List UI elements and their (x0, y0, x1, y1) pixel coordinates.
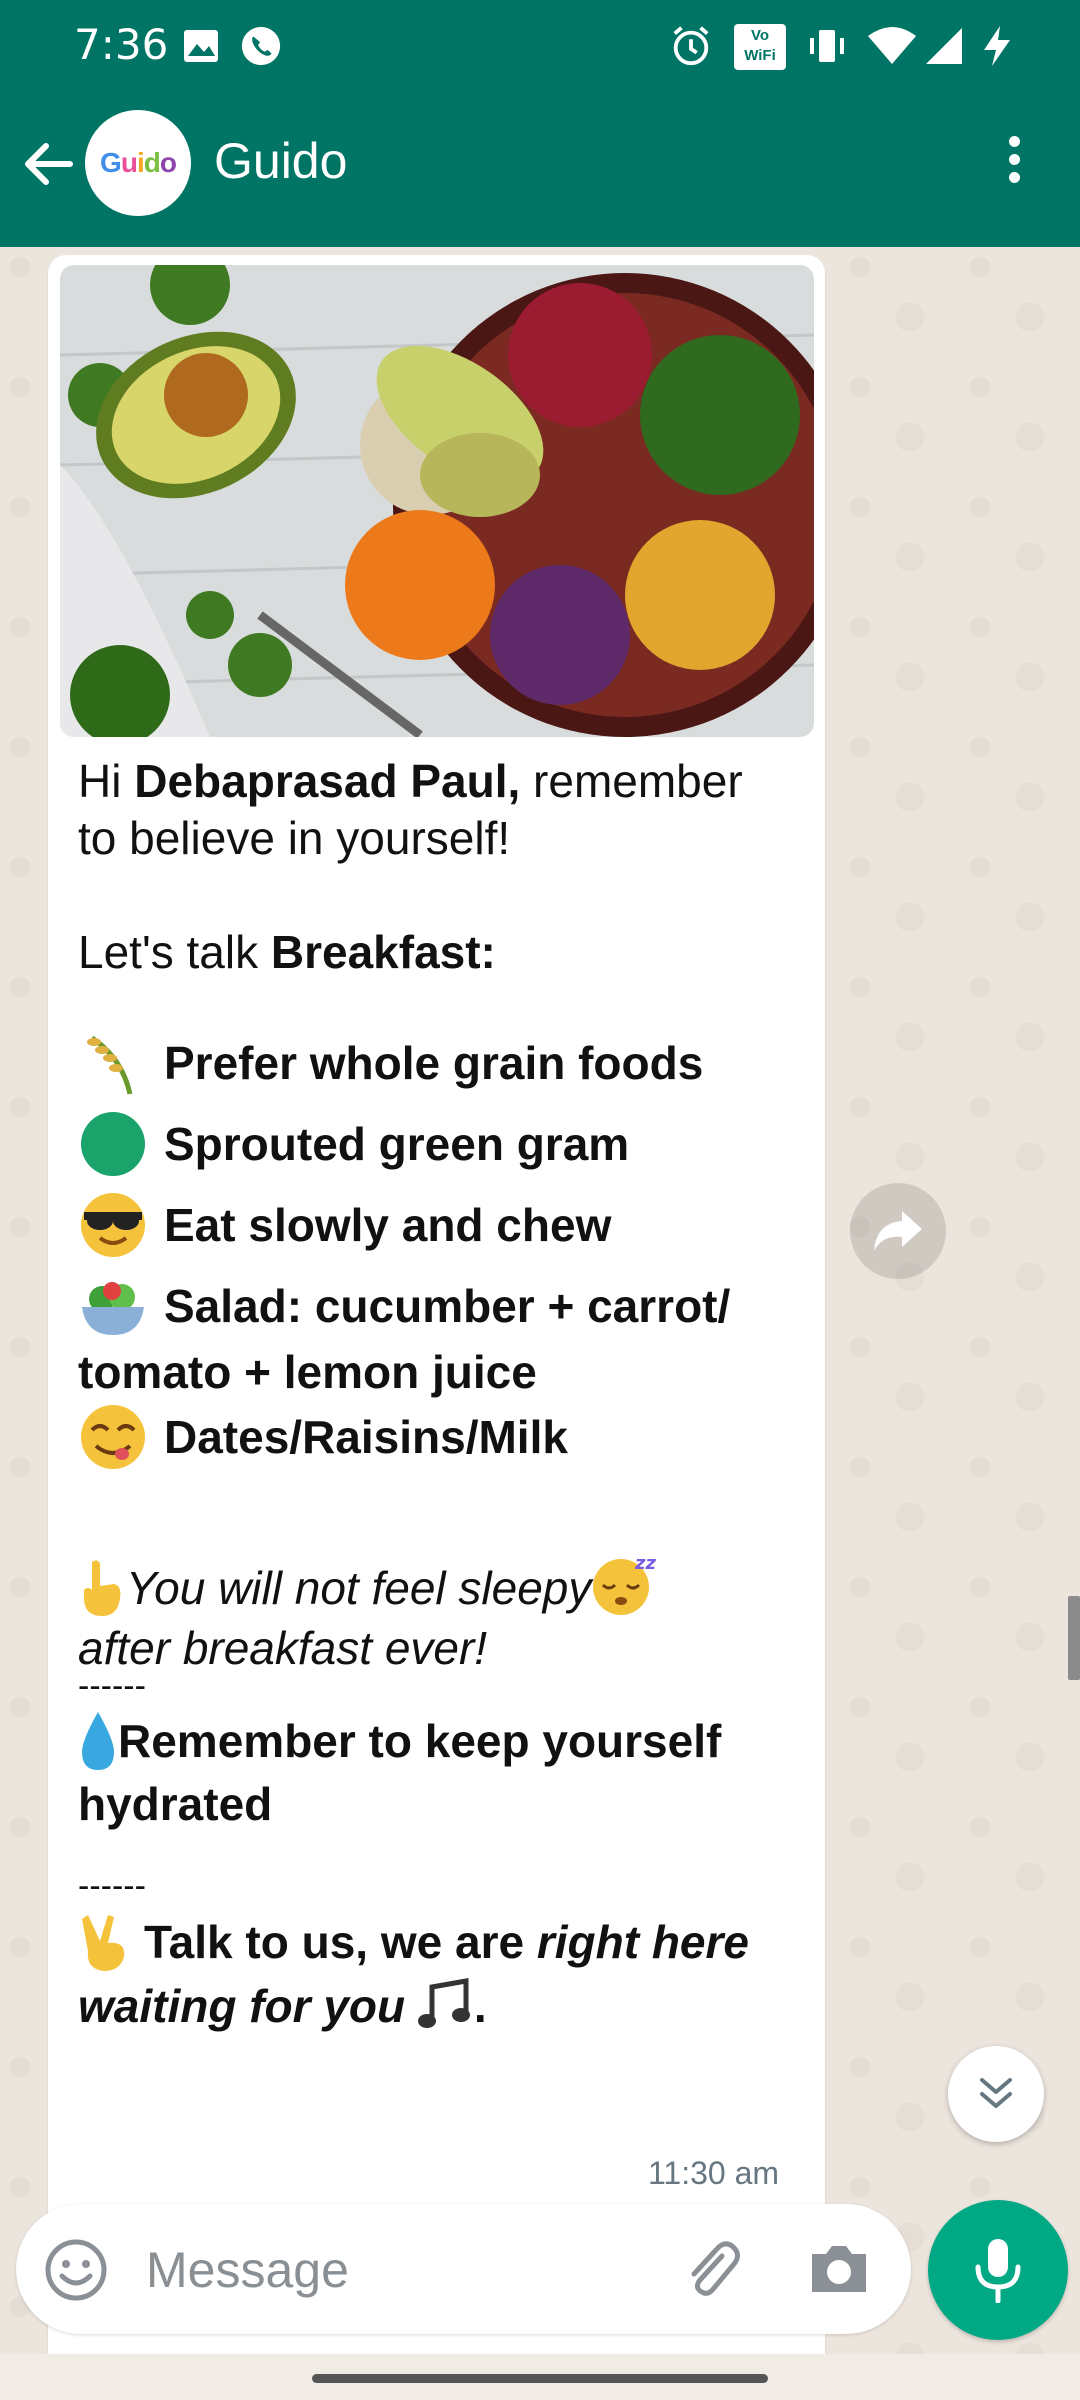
status-bar: 7:36 Vo WiFi (0, 0, 1080, 92)
avatar-letter: o (159, 147, 177, 178)
vibrate-icon (810, 30, 844, 62)
list-item: Prefer whole grain foods (78, 1023, 798, 1104)
message-composer (16, 2204, 911, 2334)
pointing-up-icon (84, 1560, 121, 1616)
paperclip-icon[interactable] (676, 2234, 746, 2304)
greeting-suffix: remember (520, 755, 743, 807)
message-timestamp: 11:30 am (648, 2155, 780, 2191)
avatar-letter: u (120, 147, 138, 178)
voice-message-button[interactable] (928, 2200, 1068, 2340)
sleepy-line: after breakfast ever! (78, 1621, 488, 1674)
droplet-icon (82, 1711, 114, 1770)
hydrate-line: Remember to keep yourself (118, 1714, 722, 1767)
sleepy-line: You will not feel sleepy (126, 1562, 592, 1614)
whatsapp-icon (241, 26, 281, 66)
avatar-letter: d (143, 147, 161, 178)
scroll-to-bottom-button[interactable] (948, 2046, 1044, 2142)
camera-icon[interactable] (806, 2238, 872, 2300)
charging-icon (984, 26, 1010, 66)
talk-prefix: Let's talk (78, 926, 271, 978)
list-item: Dates/Raisins/Milk (78, 1397, 798, 1478)
list-item-text: tomato + lemon juice (78, 1346, 537, 1398)
emoji-icon[interactable] (44, 2238, 108, 2302)
alarm-icon (673, 26, 709, 66)
message-text: Hi Debaprasad Paul, remember to believe … (78, 753, 798, 2037)
more-options-icon[interactable] (996, 130, 1032, 194)
recipient-name: Debaprasad Paul, (134, 755, 521, 807)
yummy-face-icon (81, 1404, 145, 1469)
list-item: tomato + lemon juice (78, 1347, 798, 1397)
back-arrow-icon[interactable] (18, 134, 78, 194)
forward-button[interactable] (850, 1183, 946, 1279)
talk-line-end: . (473, 1980, 487, 2032)
list-item-text: Prefer whole grain foods (164, 1037, 704, 1089)
divider: ------ (78, 1666, 146, 1705)
forward-arrow-icon (874, 1211, 922, 1251)
talk-line: Talk to us, we are (144, 1915, 537, 1968)
list-item-text: Sprouted green gram (164, 1118, 630, 1170)
gallery-icon (184, 30, 218, 62)
message-input[interactable] (144, 2234, 668, 2306)
svg-text:zz: zz (634, 1553, 656, 1574)
vowifi-icon: Vo WiFi (734, 24, 786, 70)
list-item: Eat slowly and chew (78, 1185, 798, 1266)
list-item-text: Salad: cucumber + carrot/ (164, 1280, 731, 1332)
signal-icon (926, 28, 962, 64)
breakfast-bowl-image[interactable] (60, 265, 814, 737)
list-item: Sprouted green gram (78, 1104, 798, 1185)
vowifi-label: Vo WiFi (744, 27, 776, 64)
status-time: 7:36 (74, 20, 169, 69)
wifi-icon (868, 27, 916, 64)
chat-header: Guido Guido (0, 92, 1080, 247)
rice-ear-icon (87, 1035, 133, 1095)
music-notes-icon (417, 1977, 470, 2028)
list-item-text: Dates/Raisins/Milk (164, 1411, 568, 1463)
gesture-handle[interactable] (312, 2374, 768, 2383)
avatar[interactable]: Guido (85, 110, 191, 216)
talk-line-emphasis: waiting for you (78, 1980, 406, 2032)
system-nav-bar (0, 2354, 1080, 2400)
sunglasses-face-icon (81, 1192, 145, 1257)
list-item-text: Eat slowly and chew (164, 1199, 612, 1251)
divider: ------ (78, 1866, 146, 1905)
salad-bowl-icon (82, 1281, 144, 1335)
microphone-icon (975, 2239, 1021, 2303)
message-bubble[interactable]: Hi Debaprasad Paul, remember to believe … (48, 255, 825, 2400)
talk-line-emphasis: right here (536, 1915, 749, 1968)
contact-name[interactable]: Guido (214, 132, 347, 190)
scrollbar-thumb[interactable] (1068, 1596, 1080, 1680)
victory-hand-icon (82, 1914, 125, 1971)
double-chevron-down-icon (980, 2078, 1012, 2108)
green-circle-icon (81, 1111, 145, 1176)
hydrate-line: hydrated (78, 1777, 273, 1830)
avatar-letter: G (100, 147, 122, 178)
greeting-prefix: Hi (78, 755, 135, 807)
list-item: Salad: cucumber + carrot/ (78, 1266, 798, 1347)
greeting-line: to believe in yourself! (78, 812, 511, 864)
meal-label: Breakfast: (270, 926, 496, 978)
sleeping-face-icon: zz (593, 1553, 657, 1615)
avatar-letter: i (136, 147, 145, 178)
